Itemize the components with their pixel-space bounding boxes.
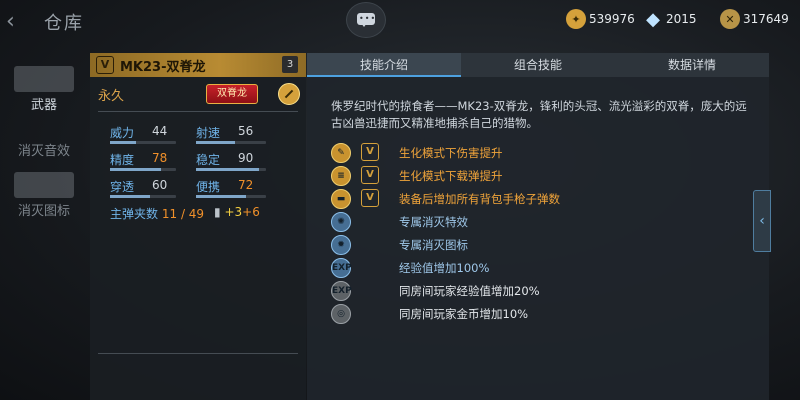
stat-stability: 稳定 90: [196, 151, 254, 167]
stat-penetration-bar: [110, 195, 176, 198]
gold-balance[interactable]: ✦ 539976: [566, 8, 635, 30]
divider: [98, 111, 298, 112]
stat-penetration: 穿透 60: [110, 178, 168, 194]
detail-panel: 技能介绍 组合技能 数据详情 侏罗纪时代的掠食者——MK23-双脊龙，锋利的头冠…: [307, 53, 769, 400]
pistol-ammo-icon[interactable]: ▬: [331, 189, 351, 209]
weapon-tag: 双脊龙: [206, 84, 258, 104]
back-arrow-icon[interactable]: ‹: [6, 10, 32, 34]
rarity-icon[interactable]: [278, 83, 300, 105]
skill-text: 同房间玩家经验值增加20%: [399, 284, 540, 298]
tab-bar: 技能介绍 组合技能 数据详情: [307, 53, 769, 77]
sidebar-item-weapons[interactable]: 武器: [0, 66, 88, 113]
skill-row: ≡ V 生化模式下载弹提升: [331, 166, 751, 186]
vip-badge-icon: V: [96, 56, 114, 74]
stat-accuracy: 精度 78: [110, 151, 168, 167]
skill-row: ◎ 同房间玩家金币增加10%: [331, 304, 751, 324]
duration-label: 永久: [98, 89, 125, 104]
kill-effect-icon[interactable]: ✺: [331, 212, 351, 232]
page-title: 仓库: [44, 13, 84, 34]
exp-icon[interactable]: EXP: [331, 258, 352, 278]
skill-row: EXP 同房间玩家经验值增加20%: [331, 281, 751, 301]
stat-portability: 便携 72: [196, 178, 254, 194]
skill-text: 专属消灭图标: [399, 238, 468, 252]
skill-text: 生化模式下载弹提升: [399, 169, 503, 183]
sidebar-item-label: 消灭图标: [17, 204, 70, 219]
sidebar-item-label: 消灭音效: [17, 144, 70, 159]
skill-row: ✹ 专属消灭图标: [331, 235, 751, 255]
zombie-ammo-icon[interactable]: ≡: [331, 166, 351, 186]
side-nav: 武器 消灭音效 消灭图标: [0, 54, 88, 400]
skill-text: 同房间玩家金币增加10%: [399, 307, 529, 321]
stat-stability-bar: [196, 168, 266, 171]
skill-text: 装备后增加所有背包手枪子弹数: [399, 192, 560, 206]
gold-value: 539976: [589, 12, 635, 26]
skill-row: ✎ V 生化模式下伤害提升: [331, 143, 751, 163]
rifle-icon: [14, 66, 74, 92]
magazine-info: 主弹夹数 11 / 49: [110, 207, 205, 221]
weapon-count-badge: 3: [282, 56, 298, 73]
weapon-description: 侏罗纪时代的掠食者——MK23-双脊龙，锋利的头冠、流光溢彩的双脊，庞大的远古凶…: [331, 99, 747, 130]
weapon-header: V MK23-双脊龙 3: [90, 53, 306, 77]
gold-coin-icon: ✦: [566, 9, 586, 29]
skill-row: ▬ V 装备后增加所有背包手枪子弹数: [331, 189, 751, 209]
skill-text: 专属消灭特效: [399, 215, 468, 229]
skull-icon: [14, 172, 74, 198]
sidebar-item-label: 武器: [30, 98, 57, 113]
diamond-balance[interactable]: ◆ 2015: [643, 8, 697, 30]
skill-row: ✺ 专属消灭特效: [331, 212, 751, 232]
divider: [98, 353, 298, 354]
honor-coin-icon: ✕: [720, 9, 740, 29]
weapon-name: MK23-双脊龙: [120, 60, 206, 75]
honor-balance[interactable]: ✕ 317649: [720, 8, 789, 30]
weapon-info-panel: V MK23-双脊龙 3 永久 双脊龙 威力 44 射速 56 精度 78 稳定 90 …: [90, 53, 306, 400]
stat-power-bar: [110, 141, 176, 144]
stat-power: 威力 44: [110, 124, 168, 140]
tab-data-details[interactable]: 数据详情: [615, 53, 769, 77]
vip-badge-icon: V: [361, 166, 379, 184]
diamond-value: 2015: [666, 12, 697, 26]
skill-text: 生化模式下伤害提升: [399, 146, 503, 160]
ammo-bonus: ▮ +3+6: [214, 205, 260, 219]
chat-button[interactable]: •••: [346, 2, 386, 38]
sidebar-item-kill-sound[interactable]: 消灭音效: [0, 140, 88, 159]
honor-value: 317649: [743, 12, 789, 26]
skill-row: EXP 经验值增加100%: [331, 258, 751, 278]
top-bar: ‹ 仓库 ••• ✦ 539976 ◆ 2015 ✕ 317649: [0, 0, 800, 44]
bullet-icon: ▮: [214, 205, 221, 219]
diamond-icon: ◆: [646, 8, 660, 30]
skill-text: 经验值增加100%: [399, 261, 490, 275]
stat-fire-rate-bar: [196, 141, 266, 144]
stat-portability-bar: [196, 195, 266, 198]
tab-skills[interactable]: 技能介绍: [307, 53, 461, 77]
room-exp-icon[interactable]: EXP: [331, 281, 352, 301]
zombie-damage-icon[interactable]: ✎: [331, 143, 351, 163]
room-gold-icon[interactable]: ◎: [331, 304, 351, 324]
vip-badge-icon: V: [361, 143, 379, 161]
stat-fire-rate: 射速 56: [196, 124, 254, 140]
vip-badge-icon: V: [361, 189, 379, 207]
sidebar-item-kill-icon[interactable]: 消灭图标: [0, 172, 88, 219]
expand-handle-icon[interactable]: ‹: [753, 190, 771, 252]
stat-accuracy-bar: [110, 168, 176, 171]
tab-combo-skills[interactable]: 组合技能: [461, 53, 615, 77]
kill-badge-icon[interactable]: ✹: [331, 235, 351, 255]
